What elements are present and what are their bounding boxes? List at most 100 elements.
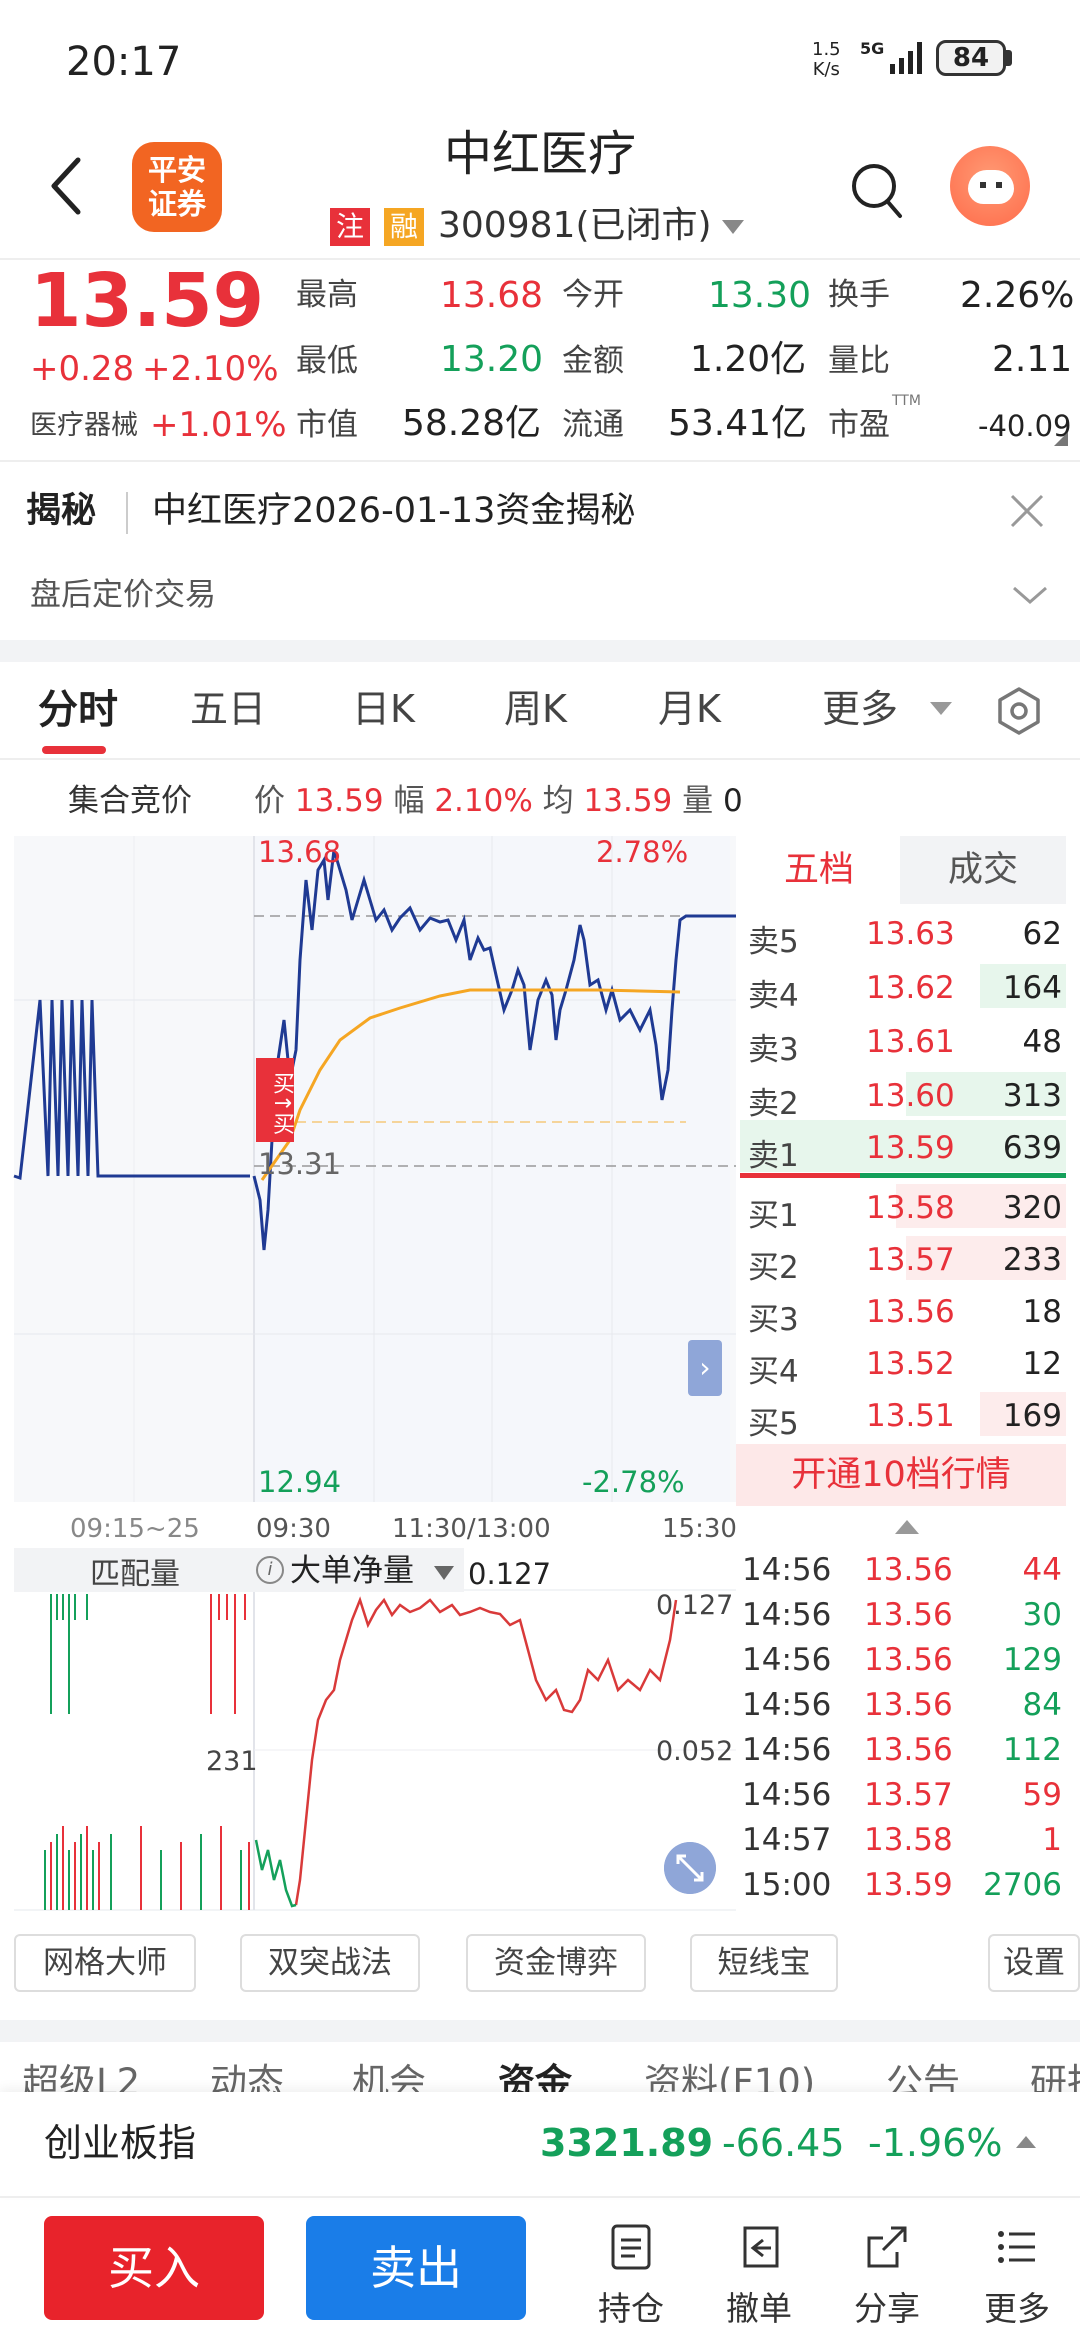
capital-game-button[interactable]: 资金博弈 (466, 1934, 646, 1992)
trade-volume: 30 (1022, 1597, 1062, 1633)
section-gap (0, 640, 1080, 662)
share-icon (867, 2226, 907, 2268)
crosshair-info: 价 13.59 幅 2.10% 均 13.59 量 0 (254, 786, 743, 817)
trade-time: 14:56 (742, 1552, 832, 1588)
close-icon[interactable] (1004, 488, 1050, 534)
ask-volume: 313 (1002, 1078, 1062, 1114)
float-cap-label: 流通 (562, 407, 624, 443)
trade-row: 14:57 13.58 1 (740, 1816, 1066, 1861)
trade-volume: 2706 (983, 1867, 1062, 1903)
holdings-button[interactable]: 持仓 (576, 2216, 686, 2336)
open-value: 13.30 (708, 275, 812, 316)
divider (0, 2196, 1080, 2198)
bid-volume: 233 (1002, 1242, 1062, 1278)
chevron-down-icon[interactable] (930, 702, 952, 715)
chevron-right-icon[interactable]: › (688, 1340, 722, 1396)
ask-level-label: 卖1 (748, 1138, 799, 1174)
chevron-down-icon[interactable] (722, 220, 744, 234)
chevron-up-icon[interactable] (1016, 2136, 1036, 2148)
bid-level-label: 买1 (748, 1198, 799, 1234)
time-label-midday: 11:30/13:00 (392, 1514, 551, 1544)
info-range-label: 幅 (393, 783, 425, 819)
low-value: 13.20 (440, 339, 544, 380)
chart-bottom-price: 12.94 (258, 1465, 342, 1499)
info-range: 2.10% (434, 783, 533, 819)
volume-bar (244, 1594, 246, 1620)
trade-volume: 44 (1022, 1552, 1062, 1588)
index-name: 创业板指 (44, 2121, 197, 2165)
tab-five-day[interactable]: 五日 (190, 690, 266, 728)
sector-name[interactable]: 医疗器械 (30, 412, 138, 439)
tab-weekly-k[interactable]: 周K (504, 690, 567, 728)
double-breakout-button[interactable]: 双突战法 (240, 1934, 420, 1992)
tab-intraday[interactable]: 分时 (38, 690, 118, 730)
buy-signal-marker[interactable]: 买↑买 (256, 1058, 294, 1142)
share-button[interactable]: 分享 (832, 2216, 942, 2336)
buy-button[interactable]: 买入 (44, 2216, 264, 2320)
amount-label: 金额 (562, 343, 624, 379)
tab-more[interactable]: 更多 (822, 690, 898, 728)
turnover-value: 2.26% (960, 275, 1075, 316)
trade-row: 14:56 13.56 30 (740, 1591, 1066, 1636)
bid-level-label: 买2 (748, 1250, 799, 1286)
cancel-order-button[interactable]: 撤单 (704, 2216, 814, 2336)
info-price: 13.59 (294, 783, 384, 819)
gear-icon[interactable] (994, 686, 1044, 736)
open-level10-button[interactable]: 开通10档行情 (736, 1444, 1066, 1506)
reveal-link[interactable]: 中红医疗2026-01-13资金揭秘 (152, 494, 635, 529)
volume-bar (140, 1826, 142, 1910)
assistant-avatar-eyes (980, 182, 1002, 188)
bid-level-label: 买5 (748, 1406, 799, 1442)
grid-master-button[interactable]: 网格大师 (14, 1934, 196, 1992)
short-term-button[interactable]: 短线宝 (690, 1934, 838, 1992)
ask-level-label: 卖2 (748, 1086, 799, 1122)
market-cap-value: 58.28亿 (402, 403, 542, 444)
scroll-up-icon[interactable] (895, 1520, 919, 1534)
tab-trades[interactable]: 成交 (900, 836, 1066, 904)
price-change: +0.28 (30, 349, 135, 389)
expand-corner-icon[interactable] (1054, 432, 1068, 446)
trade-time: 15:00 (742, 1867, 832, 1903)
registration-tag: 注 (330, 208, 370, 246)
chart-top-price: 13.68 (258, 835, 342, 869)
float-cap-value: 53.41亿 (668, 403, 808, 444)
bid-price: 13.57 (866, 1242, 955, 1278)
trade-price: 13.56 (864, 1732, 953, 1768)
reveal-tag: 揭秘 (26, 491, 97, 531)
stock-code-selector[interactable]: 300981(已闭市) (438, 208, 712, 244)
trade-volume: 112 (1002, 1732, 1062, 1768)
open-label: 今开 (562, 277, 624, 313)
volume-bar (226, 1594, 228, 1620)
after-hours-trading[interactable]: 盘后定价交易 (30, 580, 216, 611)
fullscreen-icon[interactable] (664, 1842, 716, 1894)
match-volume-axis-mid: 231 (206, 1746, 258, 1777)
info-icon[interactable]: i (256, 1556, 284, 1584)
volume-bar (240, 1850, 242, 1910)
trade-row: 14:56 13.57 59 (740, 1771, 1066, 1816)
more-button[interactable]: 更多 (962, 2216, 1072, 2336)
bid-ask-ratio-bar-ask (860, 1173, 1066, 1178)
bid-volume: 12 (1022, 1346, 1062, 1382)
volume-ratio-label: 量比 (828, 343, 890, 379)
divider (126, 492, 128, 534)
volume-bar (86, 1594, 88, 1620)
ask-row: 卖2 13.60 313 (740, 1068, 1066, 1122)
tab-five-levels[interactable]: 五档 (738, 836, 900, 904)
big-order-selector[interactable]: 大单净量 (290, 1556, 414, 1587)
chevron-down-icon[interactable] (434, 1566, 454, 1580)
trade-time: 14:56 (742, 1732, 832, 1768)
volume-bar (110, 1834, 112, 1910)
net-axis-top: 0.127 (656, 1590, 734, 1621)
bid-price: 13.56 (866, 1294, 955, 1330)
chevron-down-icon[interactable] (1008, 578, 1052, 612)
tab-monthly-k[interactable]: 月K (658, 690, 721, 728)
ask-price: 13.60 (866, 1078, 955, 1114)
time-label-auction: 09:15~25 (70, 1514, 200, 1544)
tools-settings-button[interactable]: 设置 (988, 1934, 1080, 1992)
volume-bar (210, 1594, 212, 1714)
sell-button[interactable]: 卖出 (306, 2216, 526, 2320)
ask-volume: 62 (1022, 916, 1062, 952)
tab-daily-k[interactable]: 日K (352, 690, 415, 728)
trade-time: 14:57 (742, 1822, 832, 1858)
search-icon[interactable] (848, 160, 904, 220)
